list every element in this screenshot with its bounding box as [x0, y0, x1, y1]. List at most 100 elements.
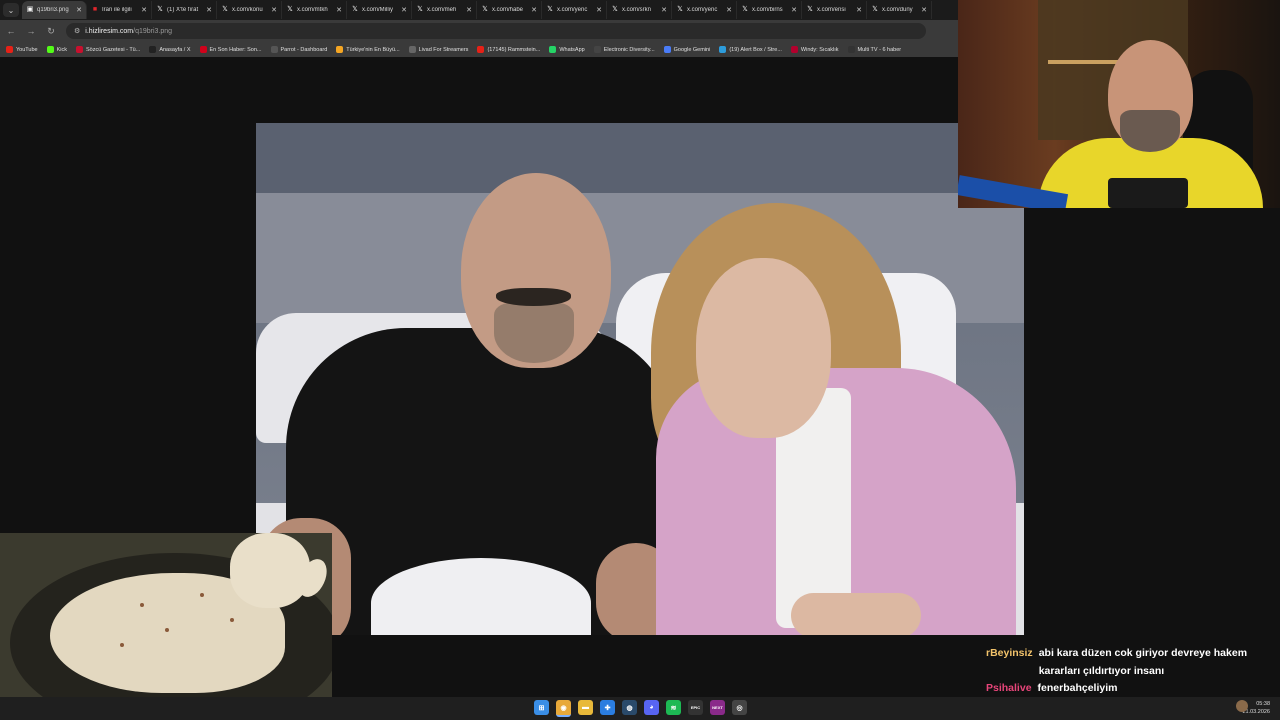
bookmark-item[interactable]: WhatsApp — [549, 46, 585, 53]
chat-text: fenerbahçeliyim — [1037, 682, 1118, 694]
bookmark-item[interactable]: (19) Alert Box / Stre... — [719, 46, 782, 53]
bookmark-item[interactable]: Parrot - Dashboard — [270, 46, 327, 53]
close-tab-icon[interactable]: ✕ — [466, 6, 472, 14]
tab-3[interactable]: 𝕏x.com/konu ✕ — [217, 1, 282, 19]
tab-0[interactable]: ▣ q19bri3.png ✕ — [22, 1, 87, 19]
tab-12[interactable]: 𝕏x.com/ensi ✕ — [802, 1, 867, 19]
bookmark-favicon-icon — [593, 46, 601, 53]
tab-10[interactable]: 𝕏x.com/yenc ✕ — [672, 1, 737, 19]
streamer-webcam — [958, 0, 1280, 208]
tab-title: x.com/srkn — [622, 7, 652, 13]
tab-title: q19bri3.png — [37, 7, 69, 13]
bookmark-item[interactable]: Kick — [46, 46, 67, 53]
bookmark-item[interactable]: Livad For Streamers — [408, 46, 468, 53]
x-icon: 𝕏 — [157, 6, 163, 13]
close-tab-icon[interactable]: ✕ — [726, 6, 732, 14]
bookmark-label: Electronic Diversity... — [603, 46, 655, 53]
bookmark-item[interactable]: Windy: Sıcaklık — [790, 46, 839, 53]
bookmark-item[interactable]: En Son Haber: Son... — [199, 46, 262, 53]
tab-2[interactable]: 𝕏 (1) X'te fırat ✕ — [152, 1, 217, 19]
forward-icon[interactable]: → — [26, 26, 36, 36]
close-tab-icon[interactable]: ✕ — [661, 6, 667, 14]
close-tab-icon[interactable]: ✕ — [206, 6, 212, 14]
bookmark-favicon-icon — [477, 46, 485, 53]
reload-icon[interactable]: ↻ — [46, 26, 56, 37]
bookmark-item[interactable]: Electronic Diversity... — [593, 46, 655, 53]
bookmark-item[interactable]: Anasayfa / X — [149, 46, 191, 53]
bookmark-item[interactable]: Google Gemini — [663, 46, 710, 53]
chrome-icon[interactable]: ◉ — [556, 700, 571, 717]
discord-icon[interactable]: ◕ — [644, 700, 659, 715]
file-explorer-icon[interactable]: ▬ — [578, 700, 593, 715]
tab-5[interactable]: 𝕏x.com/Milliy ✕ — [347, 1, 412, 19]
chat-message: rBeyinsiz abi kara düzen cok giriyor devr… — [986, 645, 1276, 680]
chat-text: abi kara düzen cok giriyor devreye hakem… — [1038, 647, 1248, 677]
bookmark-favicon-icon — [46, 46, 54, 53]
close-tab-icon[interactable]: ✕ — [531, 6, 537, 14]
steam-icon[interactable]: ◍ — [622, 700, 637, 715]
tab-11[interactable]: 𝕏x.com/birns ✕ — [737, 1, 802, 19]
epic-games-icon[interactable]: EPIC — [688, 700, 703, 715]
tab-title: İran ile ilgili — [102, 7, 132, 13]
tab-8[interactable]: 𝕏x.com/yenc ✕ — [542, 1, 607, 19]
windows-start-icon[interactable]: ⊞ — [534, 700, 549, 715]
tab-9[interactable]: 𝕏x.com/srkn ✕ — [607, 1, 672, 19]
bookmark-item[interactable]: YouTube — [6, 46, 38, 53]
x-icon: 𝕏 — [222, 6, 228, 13]
tab-title: x.com/Milliy — [362, 7, 393, 13]
tab-6[interactable]: 𝕏x.com/meh ✕ — [412, 1, 477, 19]
x-icon: 𝕏 — [677, 6, 683, 13]
tab-strip: ⌄ ▣ q19bri3.png ✕ ■ İran ile ilgili ✕ 𝕏 (1) X't… — [0, 0, 958, 20]
close-tab-icon[interactable]: ✕ — [401, 6, 407, 14]
x-icon: 𝕏 — [872, 6, 878, 13]
tab-7[interactable]: 𝕏x.com/habe ✕ — [477, 1, 542, 19]
url-path: /q19bri3.png — [133, 27, 173, 35]
back-icon[interactable]: ← — [6, 26, 16, 36]
bookmark-label: En Son Haber: Son... — [209, 46, 262, 53]
bookmark-label: Anasayfa / X — [159, 46, 191, 53]
bookmark-item[interactable]: Türkiye'nin En Büyü... — [336, 46, 400, 53]
obs-icon[interactable]: ◎ — [732, 700, 747, 715]
close-tab-icon[interactable]: ✕ — [271, 6, 277, 14]
avatar[interactable] — [1236, 700, 1248, 712]
spotify-icon[interactable]: ≋ — [666, 700, 681, 715]
bookmark-favicon-icon — [149, 46, 157, 53]
bookmark-favicon-icon — [663, 46, 671, 53]
tab-title: x.com/mtkh — [297, 7, 328, 13]
tab-title: x.com/duny — [882, 7, 913, 13]
bookmark-favicon-icon — [549, 46, 557, 53]
bookmark-favicon-icon — [790, 46, 798, 53]
image-icon: ▣ — [26, 6, 34, 13]
close-tab-icon[interactable]: ✕ — [141, 6, 147, 14]
tab-4[interactable]: 𝕏x.com/mtkh ✕ — [282, 1, 347, 19]
close-tab-icon[interactable]: ✕ — [921, 6, 927, 14]
bookmark-label: WhatsApp — [559, 46, 585, 53]
x-icon: 𝕏 — [742, 6, 748, 13]
chat-username: rBeyinsiz — [986, 647, 1033, 659]
bookmark-item[interactable]: (17145) Rammstein... — [477, 46, 540, 53]
close-tab-icon[interactable]: ✕ — [856, 6, 862, 14]
bookmark-label: Türkiye'nin En Büyü... — [346, 46, 400, 53]
bookmark-item[interactable]: Sözcü Gazetesi - Tü... — [76, 46, 140, 53]
x-icon: 𝕏 — [612, 6, 618, 13]
toolbar: ← → ↻ ⚙ i.hizliresim.com/q19bri3.png — [0, 20, 958, 42]
bookmark-favicon-icon — [847, 46, 855, 53]
app-blue-icon[interactable]: ✚ — [600, 700, 615, 715]
x-icon: 𝕏 — [417, 6, 423, 13]
close-tab-icon[interactable]: ✕ — [76, 6, 82, 14]
site-info-icon[interactable]: ⚙ — [74, 27, 80, 35]
tab-search-button[interactable]: ⌄ — [3, 3, 19, 17]
tab-13[interactable]: 𝕏x.com/duny ✕ — [867, 1, 932, 19]
bookmark-item[interactable]: Multi TV - 6 haber — [847, 46, 901, 53]
tab-title: x.com/meh — [427, 7, 457, 13]
app-next-icon[interactable]: NEXT — [710, 700, 725, 715]
address-bar[interactable]: ⚙ i.hizliresim.com/q19bri3.png — [66, 23, 926, 39]
close-tab-icon[interactable]: ✕ — [596, 6, 602, 14]
bookmark-favicon-icon — [270, 46, 278, 53]
bookmarks-bar: YouTube Kick Sözcü Gazetesi - Tü... Anasayf… — [0, 42, 958, 57]
close-tab-icon[interactable]: ✕ — [336, 6, 342, 14]
bookmark-label: (19) Alert Box / Stre... — [729, 46, 782, 53]
tab-1[interactable]: ■ İran ile ilgili ✕ — [87, 1, 152, 19]
taskbar: ⊞ ◉ ▬ ✚ ◍ ◕ ≋ EPIC NEXT ◎ 05:38 21.03.2026 — [0, 697, 1280, 720]
close-tab-icon[interactable]: ✕ — [791, 6, 797, 14]
